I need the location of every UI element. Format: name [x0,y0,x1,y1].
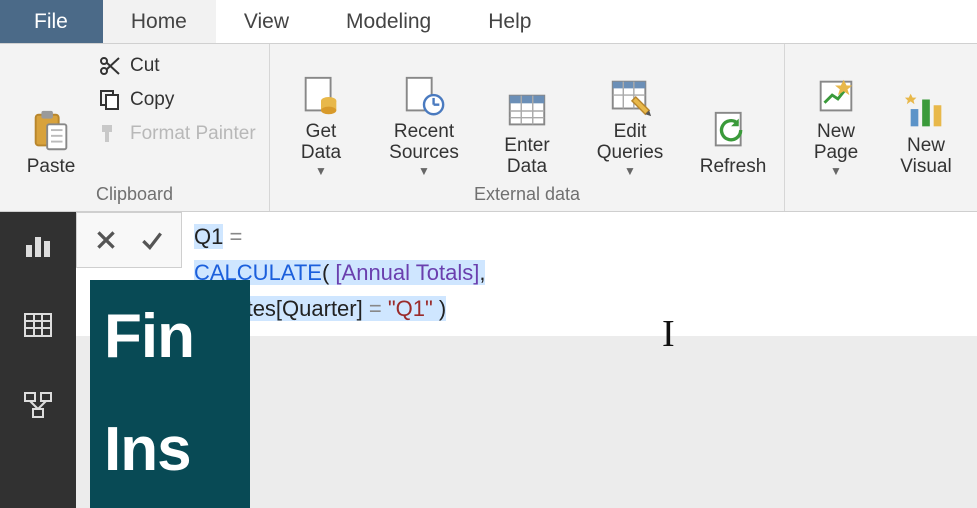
report-view-button[interactable] [19,226,57,264]
report-canvas[interactable]: Fin Ins [90,280,250,508]
paste-icon [28,109,74,155]
recent-sources-label: RecentSources [389,122,459,164]
menu-file[interactable]: File [0,0,103,43]
menu-modeling[interactable]: Modeling [318,0,460,43]
formula-actions [76,212,182,268]
edit-queries-button[interactable]: EditQueries ▼ [584,50,676,178]
ribbon-group-external-data: GetData ▼ RecentSources ▼ [270,44,785,211]
cancel-formula-button[interactable] [87,221,125,259]
external-data-group-label: External data [282,182,772,209]
cut-button[interactable]: Cut [98,54,256,78]
brush-icon [98,122,122,146]
model-icon [22,389,54,421]
equals-sign: = [223,224,248,249]
copy-icon [98,88,122,112]
data-view-button[interactable] [19,306,57,344]
refresh-button[interactable]: Refresh [694,50,772,178]
ribbon-group-clipboard: Paste Cut Copy [0,44,270,211]
text-cursor-icon: I [662,312,675,356]
enter-data-button[interactable]: EnterData [488,50,566,178]
table-icon [22,309,54,341]
clipboard-group-label: Clipboard [12,182,257,209]
paste-button[interactable]: Paste [12,50,90,178]
menu-home[interactable]: Home [103,0,216,43]
clipboard-small-buttons: Cut Copy Format Painter [98,50,256,146]
recent-sources-icon [401,74,447,120]
new-visual-icon [903,88,949,134]
measure-name: Q1 [194,224,223,249]
work-area: Q1 = CALCULATE( [Annual Totals], Dates[Q… [76,212,977,508]
refresh-label: Refresh [700,157,767,178]
string-literal: "Q1" [388,296,433,321]
bar-chart-icon [22,229,54,261]
menu-view[interactable]: View [216,0,318,43]
new-page-icon [813,74,859,120]
paste-label: Paste [27,157,76,178]
formula-editor[interactable]: Q1 = CALCULATE( [Annual Totals], Dates[Q… [182,212,977,336]
new-page-label: NewPage [814,122,858,164]
get-data-label: GetData [301,122,341,164]
chevron-down-icon: ▼ [418,164,430,178]
refresh-icon [710,109,756,155]
report-title-line1: Fin [104,308,240,367]
ribbon-group-insert: NewPage ▼ NewVisual [785,44,977,211]
chevron-down-icon: ▼ [830,164,842,178]
report-title-line2: Ins [104,421,240,480]
copy-label: Copy [130,89,174,111]
new-visual-button[interactable]: NewVisual [887,50,965,178]
format-painter-button[interactable]: Format Painter [98,122,256,146]
new-visual-label: NewVisual [900,136,951,178]
edit-queries-label: EditQueries [597,122,664,164]
menu-help[interactable]: Help [460,0,560,43]
chevron-down-icon: ▼ [624,164,636,178]
menubar: File Home View Modeling Help [0,0,977,44]
enter-data-icon [504,88,550,134]
close-icon [93,227,119,253]
edit-queries-icon [607,74,653,120]
cut-label: Cut [130,55,160,77]
copy-button[interactable]: Copy [98,88,256,112]
insert-group-label [797,182,965,209]
enter-data-label: EnterData [504,136,549,178]
recent-sources-button[interactable]: RecentSources ▼ [378,50,470,178]
chevron-down-icon: ▼ [315,164,327,178]
scissors-icon [98,54,122,78]
get-data-icon [298,74,344,120]
measure-ref: [Annual Totals] [335,260,479,285]
ribbon: Paste Cut Copy [0,44,977,212]
new-page-button[interactable]: NewPage ▼ [797,50,875,178]
format-painter-label: Format Painter [130,123,256,145]
model-view-button[interactable] [19,386,57,424]
get-data-button[interactable]: GetData ▼ [282,50,360,178]
commit-formula-button[interactable] [133,221,171,259]
left-nav [0,212,76,508]
check-icon [139,227,165,253]
